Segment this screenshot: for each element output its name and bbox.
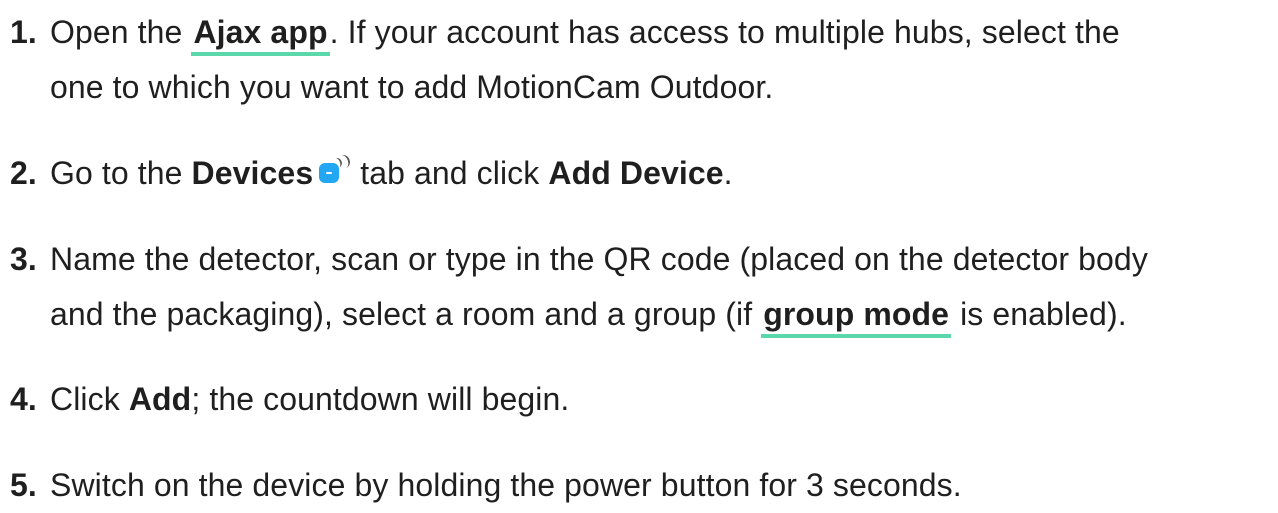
step-number: 4. <box>10 381 37 417</box>
devices-tab-label: Devices <box>191 155 314 191</box>
step-text-post: . <box>723 155 733 191</box>
step-number: 2. <box>10 155 37 191</box>
step-text-pre: Go to the <box>50 155 192 191</box>
step-text-line2: and the packaging), select a room and a … <box>10 287 1272 342</box>
step-text: Switch on the device by holding the powe… <box>50 467 962 503</box>
step-text: Go to the Devices tab and click Add Devi… <box>50 153 733 191</box>
ajax-app-link[interactable]: Ajax app <box>191 14 330 56</box>
add-device-label: Add Device <box>548 155 724 191</box>
step-number: 3. <box>10 241 37 277</box>
step-text-line1: Name the detector, scan or type in the Q… <box>50 241 1148 277</box>
step-text-line2-post: is enabled). <box>951 296 1127 332</box>
step-text: Open the Ajax app. If your account has a… <box>50 14 1120 56</box>
devices-icon <box>317 153 353 186</box>
step-3: 3. Name the detector, scan or type in the… <box>10 232 1272 342</box>
step-1: 1. Open the Ajax app. If your account has… <box>10 5 1272 115</box>
group-mode-link[interactable]: group mode <box>761 296 952 338</box>
step-text-post: ; the countdown will begin. <box>191 381 570 417</box>
step-text-line2: one to which you want to add MotionCam O… <box>50 69 774 105</box>
add-label: Add <box>128 381 192 417</box>
step-text-post: . If your account has access to multiple… <box>329 14 1120 50</box>
step-number: 5. <box>10 467 37 503</box>
step-2: 2. Go to the Devices tab and click Add De… <box>10 146 1272 201</box>
step-text-mid: tab and click <box>351 155 549 191</box>
step-5: 5. Switch on the device by holding the po… <box>10 458 1272 513</box>
step-text-line2-pre: and the packaging), select a room and a … <box>50 296 762 332</box>
step-number: 1. <box>10 14 37 50</box>
step-4: 4. Click Add; the countdown will begin. <box>10 372 1272 427</box>
signal-wave-outer <box>334 153 353 171</box>
step-text: Click Add; the countdown will begin. <box>50 381 569 417</box>
step-text-pre: Click <box>50 381 129 417</box>
step-text-pre: Open the <box>50 14 192 50</box>
